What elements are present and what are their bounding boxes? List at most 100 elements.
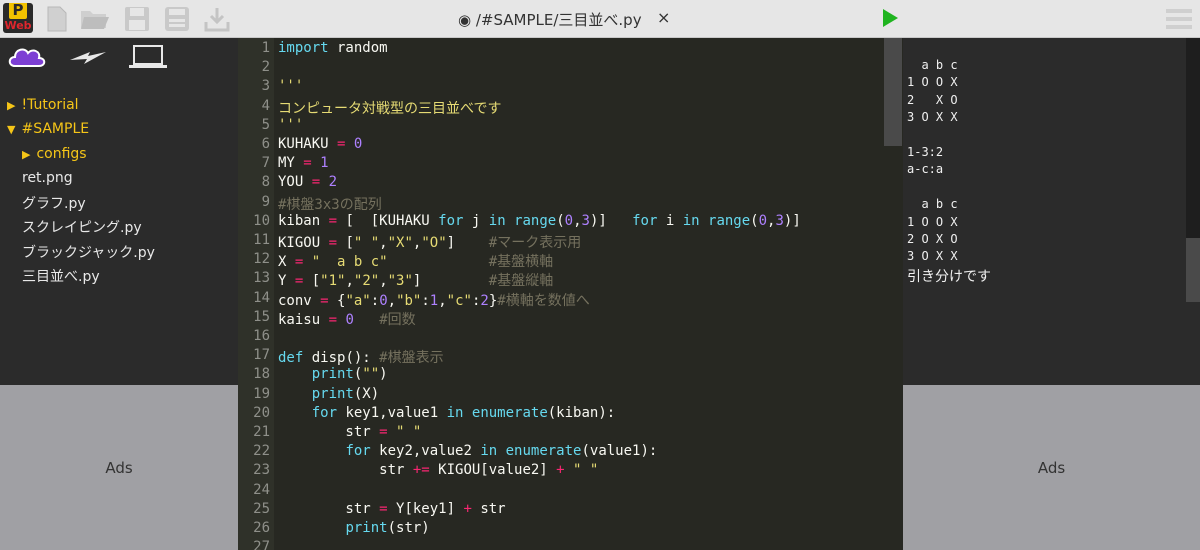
line-number: 22 <box>253 443 270 460</box>
line-number: 15 <box>253 308 270 325</box>
tree-file[interactable]: グラフ.py <box>22 193 86 213</box>
tab-close-button[interactable]: × <box>657 8 670 27</box>
output-line: a b c <box>907 197 958 212</box>
code-line[interactable]: for key1,value1 in enumerate(kiban): <box>278 405 615 421</box>
code-line[interactable]: def disp(): #棋盤表示 <box>278 347 444 367</box>
tree-label: configs <box>36 146 87 162</box>
tree-label: !Tutorial <box>21 97 79 113</box>
line-number: 23 <box>253 462 270 479</box>
code-line[interactable]: KIGOU = [" ","X","O"] #マーク表示用 <box>278 232 581 252</box>
line-number: 26 <box>253 520 270 536</box>
line-number: 13 <box>253 270 270 287</box>
code-line[interactable]: str += KIGOU[value2] + " " <box>278 462 598 478</box>
caret-right-icon: ▶ <box>7 99 16 112</box>
code-editor[interactable]: 1 2 3 4 5 6 7 8 9 10 11 12 13 14 15 16 17 18 19 20 21 22 23 24 2… <box>238 38 903 550</box>
line-number: 27 <box>253 539 270 550</box>
line-number: 1 <box>261 40 270 56</box>
tree-folder-sample[interactable]: ▼ #SAMPLE <box>7 121 89 137</box>
play-icon <box>883 9 898 27</box>
tree-file[interactable]: ret.png <box>22 170 73 186</box>
file-tab-title[interactable]: ◉ /#SAMPLE/三目並べ.py <box>458 9 642 30</box>
hamburger-icon <box>1166 9 1192 29</box>
run-button[interactable] <box>880 8 900 28</box>
output-scroll-track[interactable] <box>1186 38 1200 238</box>
line-number: 19 <box>253 385 270 402</box>
code-line[interactable]: X = " a b c" #基盤横軸 <box>278 251 553 271</box>
output-scrollbar[interactable] <box>1186 238 1200 302</box>
output-line: 3 O X X <box>907 249 958 264</box>
output-line: 2 X O <box>907 92 958 107</box>
output-line: a-c:a <box>907 162 944 177</box>
line-number: 2 <box>261 59 270 76</box>
line-number: 5 <box>261 116 270 133</box>
code-line[interactable]: str = Y[key1] + str <box>278 501 505 517</box>
line-number: 10 <box>253 212 270 229</box>
tree-file[interactable]: スクレイピング.py <box>22 217 142 237</box>
tree-folder-configs[interactable]: ▶ configs <box>22 146 87 162</box>
code-line[interactable]: kiban = [ [KUHAKU for j in range(0,3)] f… <box>278 213 801 229</box>
output-line: 3 O X X <box>907 110 958 125</box>
tree-file[interactable]: ブラックジャック.py <box>22 242 155 262</box>
download-icon[interactable] <box>202 4 232 34</box>
cloud-icon[interactable] <box>7 44 47 74</box>
line-number: 21 <box>253 424 270 440</box>
code-line[interactable]: print("") <box>278 366 388 382</box>
toolbar: P Web ◉ /#SAMPLE/三目並べ.py × <box>0 0 1200 38</box>
code-line[interactable]: print(X) <box>278 386 379 402</box>
line-number-gutter: 1 2 3 4 5 6 7 8 9 10 11 12 13 14 15 16 17 18 19 20 21 22 23 24 2… <box>238 38 274 550</box>
file-sidebar: ▶ !Tutorial ▼ #SAMPLE ▶ configs ret.png グラフ… <box>0 38 238 385</box>
output-result: 引き分けです <box>907 269 991 285</box>
app-logo: P Web <box>3 3 33 33</box>
line-number: 9 <box>261 193 270 210</box>
output-console: a b c 1 O O X 2 X O 3 O X X 1-3:2 a-c:a a b c… <box>903 38 1200 385</box>
output-line: 1 O O X <box>907 75 958 90</box>
laptop-icon[interactable] <box>128 44 168 74</box>
editor-scrollbar[interactable] <box>884 38 902 146</box>
code-line[interactable]: print(str) <box>278 520 429 536</box>
line-number: 16 <box>253 328 270 344</box>
code-line[interactable]: Y = ["1","2","3"] #基盤縦軸 <box>278 270 553 290</box>
code-line[interactable]: KUHAKU = 0 <box>278 136 362 152</box>
line-number: 6 <box>261 136 270 152</box>
line-number: 20 <box>253 404 270 421</box>
output-line: a b c <box>907 58 958 72</box>
code-line[interactable]: str = " " <box>278 424 421 440</box>
code-line[interactable]: YOU = 2 <box>278 174 337 190</box>
output-line: 1 O O X <box>907 214 958 229</box>
save-icon[interactable] <box>122 4 152 34</box>
ad-banner-right[interactable]: Ads <box>903 385 1200 550</box>
line-number: 11 <box>253 232 270 248</box>
save-as-icon[interactable] <box>162 4 192 34</box>
line-number: 24 <box>253 481 270 498</box>
output-line: 1-3:2 <box>907 145 944 159</box>
output-line: 2 O X O <box>907 232 958 246</box>
flash-icon[interactable] <box>68 46 108 72</box>
line-number: 8 <box>261 174 270 191</box>
code-line[interactable]: ''' <box>278 117 303 133</box>
line-number: 14 <box>253 289 270 306</box>
code-line[interactable]: MY = 1 <box>278 155 329 171</box>
line-number: 25 <box>253 500 270 517</box>
line-number: 18 <box>253 366 270 383</box>
caret-down-icon: ▼ <box>7 123 16 136</box>
code-line[interactable]: #棋盤3x3の配列 <box>278 194 382 214</box>
code-line[interactable]: kaisu = 0 #回数 <box>278 309 416 329</box>
code-line[interactable]: conv = {"a":0,"b":1,"c":2}#横軸を数値へ <box>278 290 590 310</box>
code-line[interactable]: コンピュータ対戦型の三目並べです <box>278 98 501 118</box>
line-number: 4 <box>261 97 270 114</box>
ad-banner-left[interactable]: Ads <box>0 385 238 550</box>
code-line[interactable]: ''' <box>278 78 303 94</box>
tree-folder-tutorial[interactable]: ▶ !Tutorial <box>7 97 79 113</box>
caret-right-icon: ▶ <box>22 148 31 161</box>
code-line[interactable]: for key2,value2 in enumerate(value1): <box>278 443 657 459</box>
line-number: 17 <box>253 347 270 364</box>
tree-file-active[interactable]: 三目並べ.py <box>22 266 100 286</box>
code-line[interactable]: import random <box>278 40 388 56</box>
line-number: 12 <box>253 251 270 268</box>
line-number: 7 <box>261 155 270 172</box>
tree-label: #SAMPLE <box>21 121 90 137</box>
new-file-icon[interactable] <box>42 4 72 34</box>
open-folder-icon[interactable] <box>80 4 110 34</box>
menu-button[interactable] <box>1166 7 1192 31</box>
line-number: 3 <box>261 78 270 95</box>
